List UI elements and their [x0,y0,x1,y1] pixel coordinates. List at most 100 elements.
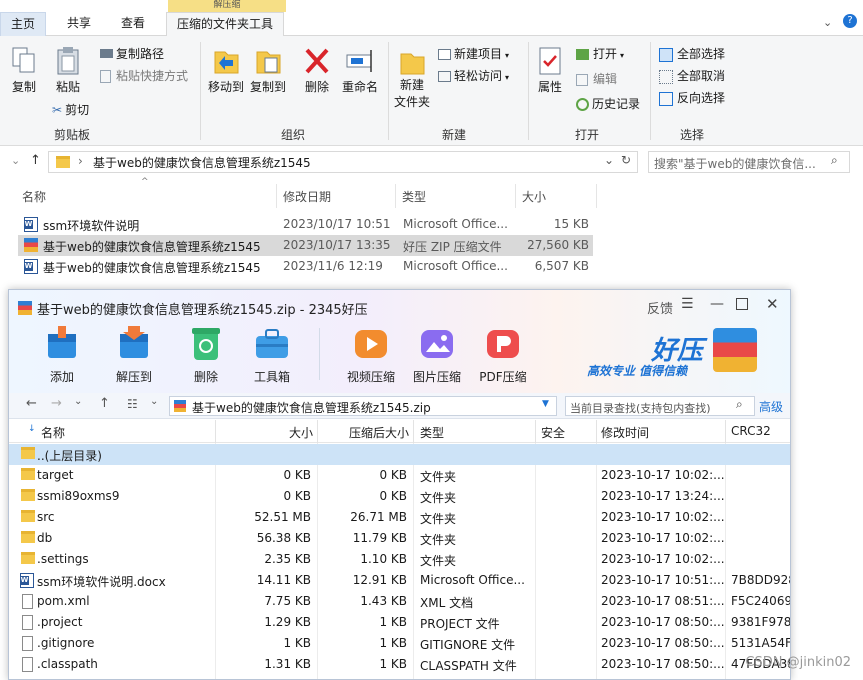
folder-icon [56,156,70,168]
archive-list-header: ↓ 名称 大小 压缩后大小 类型 安全 修改时间 CRC32 [9,420,790,443]
path-dropdown-icon[interactable]: ▼ [542,399,549,409]
search-input[interactable]: 搜索"基于web的健康饮食信... ⌕ [648,151,850,173]
advanced-search-link[interactable]: 高级 [759,398,783,415]
row-type: CLASSPATH 文件 [420,659,517,673]
copy-to-button[interactable]: 复制到 [248,46,288,95]
archive-row[interactable]: .classpath 1.31 KB 1 KB CLASSPATH 文件 2023-10… [9,654,790,675]
image-compress-button[interactable]: 图片压缩 [405,324,469,384]
parent-directory-row[interactable]: ..(上层目录) [9,444,790,465]
breadcrumb-path[interactable]: 基于web的健康饮食信息管理系统z1545 [93,154,311,171]
column-header-name[interactable]: 名称 [41,424,65,441]
hz-delete-button[interactable]: 删除 [174,324,238,384]
copy-button[interactable]: 复制 [8,46,40,95]
archive-row[interactable]: src 52.51 MB 26.71 MB 文件夹 2023-10-17 10:02:.… [9,507,790,528]
tab-view[interactable]: 查看 [111,12,155,36]
column-header-size[interactable]: 大小 [215,424,313,441]
toolbox-button[interactable]: 工具箱 [240,324,304,384]
extract-to-button[interactable]: 解压到 [102,324,166,384]
column-header-size[interactable]: 大小 [522,188,546,205]
address-dropdown-icon[interactable]: ⌄ [604,153,614,167]
column-header-date[interactable]: 修改日期 [283,188,331,205]
folder-icon [21,510,35,522]
recent-locations-icon[interactable]: ⌄ [11,154,20,167]
cut-button[interactable]: ✂ 剪切 [52,101,89,118]
rename-button[interactable]: 重命名 [338,46,382,95]
tab-share[interactable]: 共享 [57,12,101,36]
archive-row[interactable]: ssm环境软件说明.docx 14.11 KB 12.91 KB Microsoft … [9,570,790,591]
view-mode-icon[interactable]: ☷ [127,397,138,411]
properties-button[interactable]: 属性 [534,46,566,95]
menu-icon[interactable]: ☰ [681,296,694,312]
paste-shortcut-button[interactable]: 粘贴快捷方式 [100,67,188,84]
address-bar[interactable]: › 基于web的健康饮食信息管理系统z1545 ⌄ ↻ [48,151,638,173]
file-icon [22,615,33,630]
dropdown-arrow-icon[interactable]: ⌄ [74,396,82,407]
history-button[interactable]: 历史记录 [576,95,640,112]
column-header-type[interactable]: 类型 [402,188,426,205]
column-header-name[interactable]: 名称 [22,188,46,205]
archive-row[interactable]: .gitignore 1 KB 1 KB GITIGNORE 文件 2023-10-17… [9,633,790,654]
row-type: 文件夹 [420,470,457,484]
pdf-compress-button[interactable]: PDF压缩 [471,324,535,384]
new-folder-label-1: 新建 [399,78,424,92]
edit-button[interactable]: 编辑 [576,70,617,87]
paste-button[interactable]: 粘贴 [52,46,84,95]
file-icon [22,636,33,651]
collapse-ribbon-icon[interactable]: ⌄ [823,16,832,29]
pdf-compress-label: PDF压缩 [479,370,527,384]
column-header-modified[interactable]: 修改时间 [601,424,649,441]
new-item-button[interactable]: 新建项目 ▾ [438,45,509,62]
hz-delete-label: 删除 [193,370,218,384]
row-packed-size: 26.71 MB [350,510,407,524]
copy-label: 复制 [11,80,36,94]
move-to-button[interactable]: 移动到 [206,46,246,95]
archive-row[interactable]: .settings 2.35 KB 1.10 KB 文件夹 2023-10-17 10:… [9,549,790,570]
back-arrow-icon[interactable]: ← [26,396,37,411]
row-modified: 2023-10-17 10:02:... [601,510,725,524]
column-header-packed-size[interactable]: 压缩后大小 [317,424,409,441]
forward-arrow-icon[interactable]: → [51,396,62,411]
maximize-icon[interactable] [736,298,748,310]
properties-label: 属性 [537,80,562,94]
delete-button[interactable]: 删除 [301,46,333,95]
column-header-type[interactable]: 类型 [420,424,444,441]
open-button[interactable]: 打开 ▾ [576,45,624,62]
archive-search-input[interactable]: 当前目录查找(支持包内查找) ⌕ [565,396,755,416]
help-icon[interactable]: ? [843,14,857,28]
easy-access-button[interactable]: 轻松访问 ▾ [438,67,509,84]
video-compress-button[interactable]: 视频压缩 [339,324,403,384]
file-row[interactable]: 基于web的健康饮食信息管理系统z1545 2023/11/6 12:19 Mi… [18,256,593,277]
archive-row[interactable]: .project 1.29 KB 1 KB PROJECT 文件 2023-10-17 … [9,612,790,633]
view-mode-dropdown-icon[interactable]: ⌄ [150,396,158,407]
up-arrow-icon[interactable]: ↑ [99,396,110,411]
new-folder-button[interactable]: 新建 文件夹 [393,46,431,110]
select-none-button[interactable]: 全部取消 [659,67,725,84]
rename-label: 重命名 [341,80,378,94]
archive-row[interactable]: ssmi89oxms9 0 KB 0 KB 文件夹 2023-10-17 13:24:.… [9,486,790,507]
sort-ascending-icon: ^ [141,177,149,187]
add-button[interactable]: 添加 [30,324,94,384]
column-header-security[interactable]: 安全 [541,424,565,441]
archive-row[interactable]: pom.xml 7.75 KB 1.43 KB XML 文档 2023-10-17 08… [9,591,790,612]
file-row[interactable]: 基于web的健康饮食信息管理系统z1545 2023/10/17 13:35 好… [18,235,593,256]
history-icon [576,98,589,111]
minimize-icon[interactable]: — [710,296,724,312]
archive-row[interactable]: db 56.38 KB 11.79 KB 文件夹 2023-10-17 10:02:..… [9,528,790,549]
tab-compressed-folder-tools[interactable]: 压缩的文件夹工具 [166,12,285,36]
tab-home[interactable]: 主页 [0,12,47,36]
archive-row[interactable]: target 0 KB 0 KB 文件夹 2023-10-17 10:02:... [9,465,790,486]
feedback-link[interactable]: 反馈 [647,298,673,317]
column-header-crc32[interactable]: CRC32 [731,424,771,438]
invert-selection-button[interactable]: 反向选择 [659,89,725,106]
close-icon[interactable]: ✕ [766,295,779,313]
row-name: pom.xml [37,594,90,608]
refresh-icon[interactable]: ↻ [621,153,631,167]
toolbar-separator [319,328,320,380]
copy-path-button[interactable]: 复制路径 [100,45,164,62]
move-to-icon [214,51,239,74]
up-arrow-icon[interactable]: ↑ [30,153,41,168]
select-all-button[interactable]: 全部选择 [659,45,725,62]
row-modified: 2023-10-17 13:24:... [601,489,725,503]
archive-path-bar[interactable]: 基于web的健康饮食信息管理系统z1545.zip ▼ [169,396,557,416]
file-row[interactable]: ssm环境软件说明 2023/10/17 10:51 Microsoft Off… [18,214,593,235]
